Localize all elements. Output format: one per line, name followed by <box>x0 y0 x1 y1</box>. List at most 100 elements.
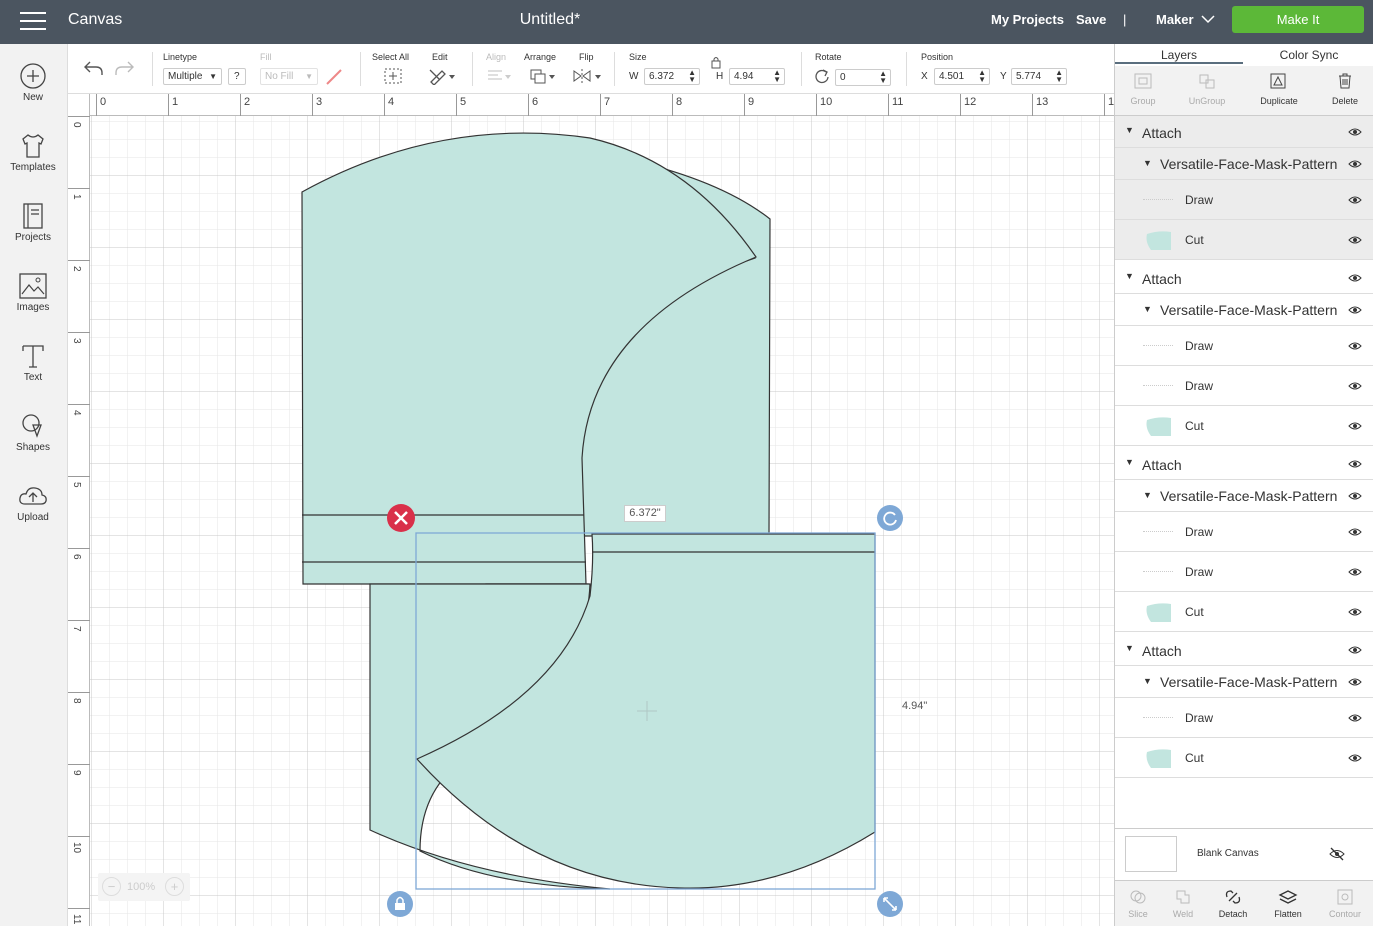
rotate-handle[interactable] <box>877 505 903 531</box>
eye-icon[interactable] <box>1348 305 1362 315</box>
eye-icon[interactable] <box>1348 235 1362 245</box>
group-icon <box>1134 73 1152 89</box>
save-link[interactable]: Save <box>1076 12 1106 27</box>
tab-layers[interactable]: Layers <box>1115 48 1243 64</box>
make-it-button[interactable]: Make It <box>1232 6 1364 33</box>
x-position-input[interactable]: 4.501 ▲ ▼ <box>934 68 990 85</box>
sublayer-row[interactable]: ▼ Versatile-Face-Mask-Pattern <box>1115 148 1373 180</box>
ruler-label: 10 <box>71 842 82 854</box>
eye-icon[interactable] <box>1348 381 1362 391</box>
layer-row-draw[interactable]: Draw <box>1115 512 1373 552</box>
eye-icon[interactable] <box>1348 159 1362 169</box>
eye-icon[interactable] <box>1348 677 1362 687</box>
linetype-help-button[interactable]: ? <box>228 68 246 85</box>
eye-hidden-icon[interactable] <box>1329 847 1345 861</box>
eye-icon[interactable] <box>1348 195 1362 205</box>
shapes-icon <box>22 414 42 438</box>
attach-row[interactable]: ▼ Attach <box>1115 262 1373 294</box>
caret-down-icon: ▼ <box>209 72 217 81</box>
arrange-icon[interactable] <box>528 67 558 85</box>
select-all-icon[interactable] <box>383 67 403 85</box>
flatten-button[interactable]: Flatten <box>1263 890 1313 919</box>
canvas-swatch[interactable] <box>1125 836 1177 872</box>
slice-button: Slice <box>1113 890 1163 919</box>
eye-icon[interactable] <box>1348 645 1362 655</box>
sublayer-row[interactable]: ▼ Versatile-Face-Mask-Pattern <box>1115 666 1373 698</box>
layer-row-cut[interactable]: Cut <box>1115 738 1373 778</box>
layer-row-draw[interactable]: Draw <box>1115 326 1373 366</box>
caret-down-icon[interactable]: ▼ <box>1125 643 1134 653</box>
my-projects-link[interactable]: My Projects <box>991 12 1064 27</box>
delete-button[interactable]: Delete <box>1313 73 1373 106</box>
eye-icon[interactable] <box>1348 527 1362 537</box>
sidebar-item-shapes[interactable]: Shapes <box>0 412 66 453</box>
eye-icon[interactable] <box>1348 567 1362 577</box>
rotate-input[interactable]: 0 ▲ ▼ <box>835 69 891 86</box>
blank-canvas-row[interactable]: Blank Canvas <box>1115 828 1373 880</box>
sidebar-item-images[interactable]: Images <box>0 272 66 313</box>
eye-icon[interactable] <box>1348 753 1362 763</box>
flip-icon[interactable] <box>571 67 603 85</box>
document-title[interactable]: Untitled* <box>0 11 1100 29</box>
zoom-in-button[interactable]: + <box>165 877 184 896</box>
attach-label: Attach <box>1142 457 1182 473</box>
layer-row-draw[interactable]: Draw <box>1115 552 1373 592</box>
sidebar-item-templates[interactable]: Templates <box>0 132 66 173</box>
layer-row-draw[interactable]: Draw <box>1115 366 1373 406</box>
sublayer-row[interactable]: ▼ Versatile-Face-Mask-Pattern <box>1115 294 1373 326</box>
ruler-label: 2 <box>244 96 251 108</box>
caret-down-icon[interactable]: ▼ <box>1143 304 1152 314</box>
layer-row-draw[interactable]: Draw <box>1115 180 1373 220</box>
width-input[interactable]: 6.372 ▲ ▼ <box>644 68 700 85</box>
layer-row-cut[interactable]: Cut <box>1115 592 1373 632</box>
caret-down-icon[interactable]: ▼ <box>1125 125 1134 135</box>
sidebar-item-text[interactable]: Text <box>0 342 66 383</box>
attach-row[interactable]: ▼ Attach <box>1115 116 1373 148</box>
caret-down-icon[interactable]: ▼ <box>1143 158 1152 168</box>
caret-down-icon[interactable]: ▼ <box>1125 271 1134 281</box>
machine-selector[interactable]: Maker <box>1156 12 1194 27</box>
resize-handle[interactable] <box>877 891 903 917</box>
chevron-down-icon[interactable] <box>1201 14 1215 24</box>
linetype-select[interactable]: Multiple ▼ <box>163 68 222 85</box>
duplicate-button[interactable]: Duplicate <box>1247 73 1311 106</box>
eye-icon[interactable] <box>1348 491 1362 501</box>
ruler-tick <box>456 94 457 116</box>
eye-icon[interactable] <box>1348 341 1362 351</box>
eye-icon[interactable] <box>1348 607 1362 617</box>
delete-handle[interactable] <box>387 504 415 532</box>
eye-icon[interactable] <box>1348 459 1362 469</box>
zoom-out-button[interactable]: − <box>102 877 121 896</box>
caret-down-icon[interactable]: ▼ <box>1125 457 1134 467</box>
design-canvas[interactable]: 6.372" 4.94" − 100% + <box>90 116 1114 926</box>
eye-icon[interactable] <box>1348 273 1362 283</box>
ruler-label: 6 <box>71 554 82 560</box>
layer-row-cut[interactable]: Cut <box>1115 220 1373 260</box>
attach-row[interactable]: ▼ Attach <box>1115 634 1373 666</box>
sidebar-item-upload[interactable]: Upload <box>0 482 66 523</box>
sidebar-item-projects[interactable]: Projects <box>0 202 66 243</box>
sidebar-item-new[interactable]: New <box>0 62 66 103</box>
undo-icon[interactable] <box>82 59 104 77</box>
ungroup-label: UnGroup <box>1188 96 1226 106</box>
tab-color-sync[interactable]: Color Sync <box>1245 48 1373 62</box>
sublayer-row[interactable]: ▼ Versatile-Face-Mask-Pattern <box>1115 480 1373 512</box>
caret-down-icon[interactable]: ▼ <box>1143 676 1152 686</box>
eye-icon[interactable] <box>1348 713 1362 723</box>
layer-row-cut[interactable]: Cut <box>1115 406 1373 446</box>
layer-row-draw[interactable]: Draw <box>1115 698 1373 738</box>
edit-icon[interactable] <box>428 67 456 85</box>
eye-icon[interactable] <box>1348 421 1362 431</box>
image-icon <box>19 273 47 299</box>
lock-handle[interactable] <box>387 891 413 917</box>
lock-icon[interactable] <box>710 55 722 69</box>
detach-icon <box>1225 890 1241 904</box>
eye-icon[interactable] <box>1348 127 1362 137</box>
detach-button[interactable]: Detach <box>1208 890 1258 919</box>
ruler-label: 10 <box>820 96 833 108</box>
caret-down-icon[interactable]: ▼ <box>1143 490 1152 500</box>
attach-row[interactable]: ▼ Attach <box>1115 448 1373 480</box>
y-position-input[interactable]: 5.774 ▲ ▼ <box>1011 68 1067 85</box>
height-input[interactable]: 4.94 ▲ ▼ <box>729 68 785 85</box>
ruler-tick <box>672 94 673 116</box>
